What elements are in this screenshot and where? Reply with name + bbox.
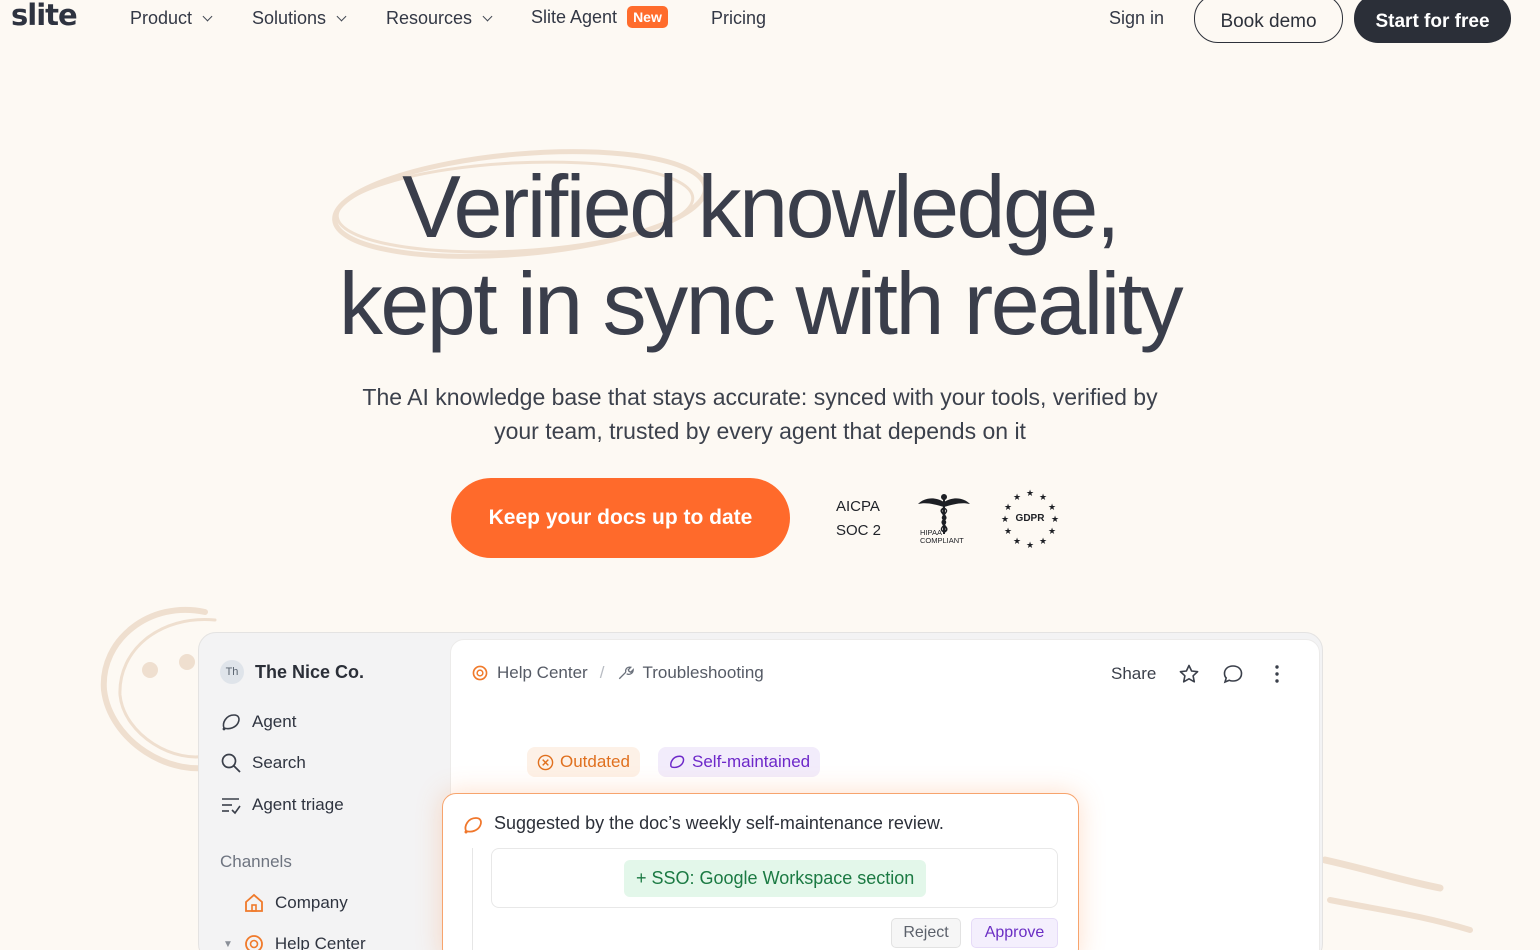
aicpa-label: AICPA	[836, 498, 880, 515]
org-avatar[interactable]: Th	[220, 660, 244, 684]
svg-text:★: ★	[1004, 527, 1012, 537]
suggestion-rail	[472, 848, 473, 950]
slite-logo[interactable]: slite	[11, 0, 78, 32]
hero-subtitle-line-2: your team, trusted by every agent that d…	[494, 418, 1026, 444]
nav-resources[interactable]: Resources	[386, 8, 493, 29]
new-badge: New	[627, 6, 668, 28]
nav-slite-agent[interactable]: Slite Agent New	[531, 6, 668, 28]
star-icon[interactable]	[1178, 663, 1200, 685]
app-sidebar: Th The Nice Co. Agent Search Agent triag…	[199, 633, 449, 950]
svg-text:★: ★	[1001, 515, 1009, 525]
agent-icon	[222, 714, 240, 731]
sign-in-link[interactable]: Sign in	[1109, 8, 1164, 29]
sidebar-item-label: Agent	[252, 712, 297, 731]
svg-text:★: ★	[1048, 503, 1056, 513]
nav-solutions[interactable]: Solutions	[252, 8, 347, 29]
sidebar-item-label: Search	[252, 753, 306, 772]
x-circle-icon	[537, 754, 554, 770]
hipaa-compliant-label: COMPLIANT	[920, 536, 964, 545]
nav-product-label: Product	[130, 8, 193, 28]
svg-text:★: ★	[1039, 493, 1047, 503]
chevron-down-icon	[482, 11, 493, 22]
nav-pricing[interactable]: Pricing	[711, 8, 766, 29]
hero-subtitle: The AI knowledge base that stays accurat…	[320, 380, 1200, 448]
more-vertical-icon[interactable]	[1266, 663, 1288, 685]
suggestion-text: Suggested by the doc’s weekly self-maint…	[494, 813, 944, 833]
reject-button[interactable]: Reject	[891, 918, 961, 948]
wrench-icon	[619, 666, 635, 680]
diff-added-chip: + SSO: Google Workspace section	[624, 860, 927, 897]
chevron-down-icon	[202, 11, 213, 22]
svg-text:★: ★	[1013, 493, 1021, 503]
hero-title-line-2: kept in sync with reality	[338, 254, 1184, 353]
svg-text:★: ★	[1026, 541, 1034, 550]
sidebar-item-agent-triage[interactable]: Agent triage	[220, 794, 344, 816]
approve-button[interactable]: Approve	[971, 918, 1058, 948]
sidebar-item-label: Company	[275, 893, 348, 912]
doc-actions: Share	[1111, 663, 1288, 685]
agent-icon	[464, 817, 482, 834]
home-icon	[245, 893, 263, 912]
gdpr-stars-icon: ★ ★ ★ ★ ★ ★ ★ ★ ★ ★ ★ ★ GDPR	[1001, 489, 1059, 550]
nav-pricing-label: Pricing	[711, 8, 767, 28]
top-nav: slite Product Solutions Resources Slite …	[0, 0, 1540, 43]
breadcrumb-troubleshooting[interactable]: Troubleshooting	[642, 663, 763, 683]
hero-title: Verified knowledge, kept in sync with re…	[0, 158, 1520, 352]
chevron-down-icon	[336, 11, 347, 22]
nav-solutions-label: Solutions	[252, 8, 327, 28]
breadcrumb-help-center[interactable]: Help Center	[497, 663, 588, 683]
self-maintained-label: Self-maintained	[692, 752, 811, 771]
diff-box: + SSO: Google Workspace section	[491, 848, 1058, 908]
breadcrumb: Help Center / Troubleshooting	[471, 663, 764, 683]
sidebar-item-help-center[interactable]: ▼ Help Center	[223, 933, 366, 950]
suggestion-card: Suggested by the doc’s weekly self-maint…	[442, 793, 1079, 950]
sidebar-item-company[interactable]: Company	[243, 892, 348, 914]
svg-text:★: ★	[1039, 537, 1047, 547]
channels-heading: Channels	[220, 852, 292, 871]
sidebar-item-label: Agent triage	[252, 795, 344, 814]
breadcrumb-separator: /	[599, 663, 605, 682]
svg-text:★: ★	[1013, 537, 1021, 547]
svg-text:★: ★	[1004, 503, 1012, 513]
nav-resources-label: Resources	[386, 8, 473, 28]
svg-text:★: ★	[1048, 527, 1056, 537]
sidebar-item-search[interactable]: Search	[220, 752, 306, 774]
sidebar-item-label: Help Center	[274, 934, 366, 950]
svg-text:★: ★	[1051, 515, 1059, 525]
gdpr-label: GDPR	[1016, 513, 1046, 524]
soc2-label: SOC 2	[836, 522, 882, 539]
caret-down-icon: ▼	[223, 938, 233, 950]
outdated-label: Outdated	[560, 752, 630, 771]
svg-text:★: ★	[1026, 489, 1034, 499]
lifebuoy-icon	[245, 935, 263, 950]
share-button[interactable]: Share	[1111, 664, 1156, 684]
agent-icon	[670, 755, 685, 769]
search-icon	[221, 753, 241, 773]
lifebuoy-icon	[472, 665, 488, 681]
start-for-free-button[interactable]: Start for free	[1354, 0, 1511, 43]
triage-icon	[222, 798, 241, 815]
hipaa-caduceus-icon: HIPAA COMPLIANT	[918, 494, 970, 545]
hero-subtitle-line-1: The AI knowledge base that stays accurat…	[362, 384, 1158, 410]
sidebar-item-agent[interactable]: Agent	[220, 711, 296, 733]
hero-title-line-1: Verified knowledge,	[402, 157, 1120, 256]
org-name[interactable]: The Nice Co.	[255, 662, 364, 683]
nav-slite-agent-label: Slite Agent	[531, 6, 618, 27]
aicpa-soc2-badge: AICPA SOC 2	[836, 495, 881, 543]
book-demo-button[interactable]: Book demo	[1194, 0, 1343, 43]
nav-product[interactable]: Product	[130, 8, 213, 29]
outdated-tag[interactable]: Outdated	[527, 747, 640, 777]
keep-docs-up-to-date-button[interactable]: Keep your docs up to date	[451, 478, 790, 558]
self-maintained-tag[interactable]: Self-maintained	[658, 747, 821, 777]
comment-icon[interactable]	[1222, 663, 1244, 685]
